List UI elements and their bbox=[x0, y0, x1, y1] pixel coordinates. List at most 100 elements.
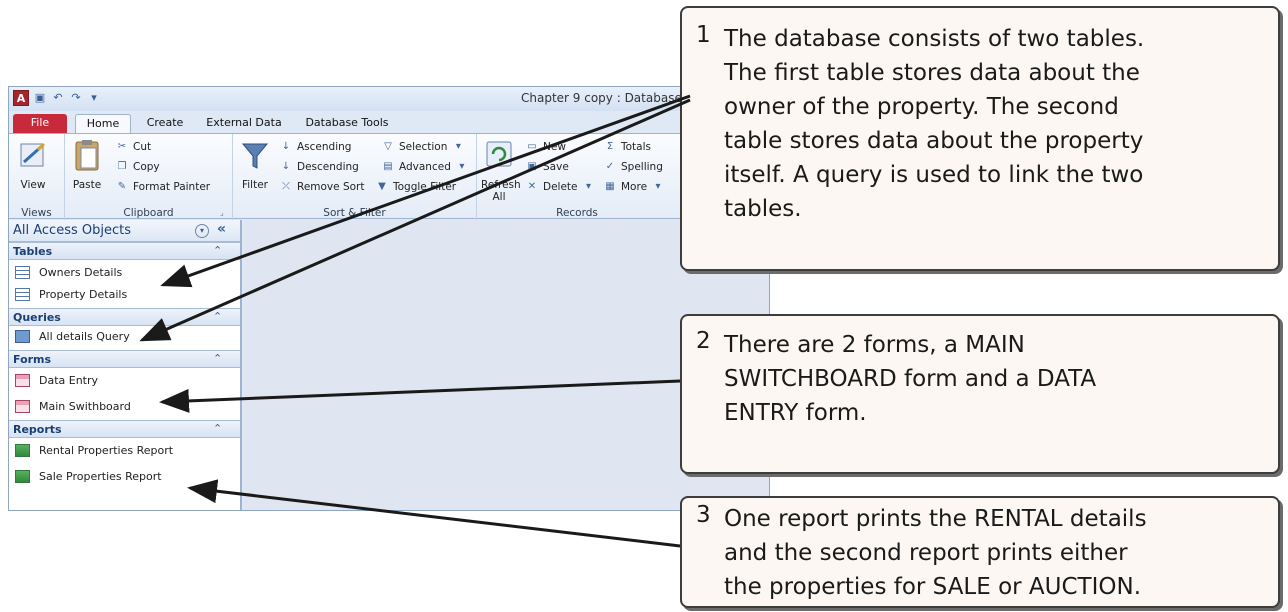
ascending-button[interactable]: ↓ Ascending bbox=[279, 138, 352, 156]
section-collapse-icon: ⌃ bbox=[213, 352, 223, 365]
nav-item-label: Main Swithboard bbox=[39, 400, 131, 413]
descending-button[interactable]: ↓ Descending bbox=[279, 158, 359, 176]
format-painter-label: Format Painter bbox=[133, 181, 211, 193]
nav-pane-header[interactable]: All Access Objects ▾ « bbox=[9, 220, 240, 242]
nav-section-queries[interactable]: Queries ⌃ bbox=[9, 308, 240, 326]
scissors-icon: ✂ bbox=[117, 141, 127, 152]
nav-item-label: Owners Details bbox=[39, 266, 123, 279]
callout-3: 3 One report prints the RENTAL details a… bbox=[680, 496, 1280, 608]
copy-button[interactable]: ❐ Copy bbox=[115, 158, 160, 176]
nav-item-main-swithboard[interactable]: Main Swithboard bbox=[9, 396, 240, 418]
nav-item-sale-properties-report[interactable]: Sale Properties Report bbox=[9, 466, 240, 488]
nav-item-label: Property Details bbox=[39, 288, 128, 301]
delete-record-button[interactable]: ✕ Delete ▾ bbox=[525, 178, 596, 196]
delete-icon: ✕ bbox=[527, 181, 537, 192]
form-icon bbox=[15, 374, 30, 387]
new-label: New bbox=[543, 141, 566, 153]
save-record-button[interactable]: ▣ Save bbox=[525, 158, 569, 176]
ribbon-tabs: File Home Create External Data Database … bbox=[9, 111, 769, 133]
view-button[interactable]: View bbox=[15, 138, 51, 191]
customize-qat-icon[interactable]: ▾ bbox=[87, 91, 101, 105]
quick-access-toolbar: A ▣ ↶ ↷ ▾ bbox=[13, 90, 101, 106]
advanced-dropdown-icon: ▾ bbox=[459, 161, 465, 172]
access-window: A ▣ ↶ ↷ ▾ Chapter 9 copy : Database ( Fi… bbox=[8, 86, 770, 511]
nav-item-owners-details[interactable]: Owners Details bbox=[9, 262, 240, 284]
selection-filter-icon: ▽ bbox=[384, 141, 392, 152]
filter-label: Filter bbox=[241, 179, 268, 191]
cut-label: Cut bbox=[133, 141, 152, 153]
callout-line: itself. A query is used to link the two bbox=[724, 162, 1144, 188]
nav-item-all-details-query[interactable]: All details Query bbox=[9, 326, 240, 348]
callout-line: table stores data about the property bbox=[724, 128, 1144, 154]
tab-file[interactable]: File bbox=[13, 114, 67, 133]
copy-label: Copy bbox=[133, 161, 160, 173]
callout-line: and the second report prints either bbox=[724, 540, 1128, 566]
nav-section-label: Forms bbox=[13, 353, 52, 366]
remove-sort-button[interactable]: ⤫ Remove Sort bbox=[279, 178, 364, 196]
sort-filter-group-label: Sort & Filter bbox=[323, 207, 386, 219]
new-record-button[interactable]: ▭ New bbox=[525, 138, 566, 156]
more-dropdown-icon: ▾ bbox=[655, 181, 661, 192]
brush-icon: ✎ bbox=[117, 181, 127, 192]
selection-label: Selection bbox=[399, 141, 448, 153]
callout-number: 2 bbox=[696, 328, 711, 354]
table-icon bbox=[15, 266, 30, 279]
funnel-icon bbox=[241, 143, 269, 169]
group-sort-filter: Filter ↓ Ascending ↓ Descending ⤫ Remove… bbox=[233, 134, 477, 220]
report-icon bbox=[15, 444, 30, 457]
callout-line: owner of the property. The second bbox=[724, 94, 1119, 120]
shutter-bar-collapse-icon[interactable]: « bbox=[217, 221, 226, 237]
tab-database-tools[interactable]: Database Tools bbox=[297, 114, 397, 133]
nav-item-data-entry[interactable]: Data Entry bbox=[9, 370, 240, 392]
totals-button[interactable]: Σ Totals bbox=[603, 138, 651, 156]
report-icon bbox=[15, 470, 30, 483]
callout-number: 3 bbox=[696, 502, 711, 528]
refresh-sub-label: All bbox=[492, 191, 506, 203]
callout-text: One report prints the RENTAL details and… bbox=[724, 502, 1147, 604]
nav-item-rental-properties-report[interactable]: Rental Properties Report bbox=[9, 440, 240, 462]
cut-button[interactable]: ✂ Cut bbox=[115, 138, 151, 156]
undo-icon[interactable]: ↶ bbox=[51, 91, 65, 105]
section-collapse-icon: ⌃ bbox=[213, 310, 223, 323]
refresh-all-button[interactable]: Refresh All bbox=[481, 138, 521, 203]
save-icon[interactable]: ▣ bbox=[33, 91, 47, 105]
access-app-icon[interactable]: A bbox=[13, 90, 29, 106]
nav-section-tables[interactable]: Tables ⌃ bbox=[9, 242, 240, 260]
window-title: Chapter 9 copy : Database ( bbox=[521, 91, 691, 105]
spelling-button[interactable]: ✓ Spelling bbox=[603, 158, 663, 176]
clipboard-dialog-launcher-icon[interactable]: ⌟ bbox=[220, 209, 228, 217]
page: A ▣ ↶ ↷ ▾ Chapter 9 copy : Database ( Fi… bbox=[0, 0, 1288, 612]
advanced-button[interactable]: ▤ Advanced ▾ bbox=[381, 158, 469, 176]
redo-icon[interactable]: ↷ bbox=[69, 91, 83, 105]
tab-home[interactable]: Home bbox=[75, 114, 131, 133]
clipboard-group-label: Clipboard bbox=[123, 207, 174, 219]
selection-dropdown-icon: ▾ bbox=[455, 141, 461, 152]
toggle-filter-button[interactable]: ▼ Toggle Filter bbox=[375, 178, 456, 196]
nav-section-label: Queries bbox=[13, 311, 61, 324]
paste-icon bbox=[75, 140, 99, 171]
view-label: View bbox=[20, 179, 46, 191]
selection-button[interactable]: ▽ Selection ▾ bbox=[381, 138, 465, 156]
sigma-icon: Σ bbox=[606, 141, 614, 152]
nav-section-forms[interactable]: Forms ⌃ bbox=[9, 350, 240, 368]
callout-line: ENTRY form. bbox=[724, 400, 867, 426]
nav-pane-menu-icon[interactable]: ▾ bbox=[195, 224, 209, 238]
more-button[interactable]: ▦ More ▾ bbox=[603, 178, 665, 196]
nav-item-label: All details Query bbox=[39, 330, 130, 343]
nav-pane-title: All Access Objects bbox=[13, 223, 131, 238]
sort-ascending-icon: ↓ bbox=[281, 141, 291, 152]
nav-item-property-details[interactable]: Property Details bbox=[9, 284, 240, 306]
callout-2: 2 There are 2 forms, a MAIN SWITCHBOARD … bbox=[680, 314, 1280, 474]
tab-external-data[interactable]: External Data bbox=[199, 114, 289, 133]
callout-number: 1 bbox=[696, 22, 711, 48]
ribbon: View Views Paste ✂ Cut ❐ Copy ✎ Format P… bbox=[9, 133, 769, 220]
callout-text: There are 2 forms, a MAIN SWITCHBOARD fo… bbox=[724, 328, 1096, 430]
filter-button[interactable]: Filter bbox=[237, 138, 273, 191]
nav-section-reports[interactable]: Reports ⌃ bbox=[9, 420, 240, 438]
paste-button[interactable]: Paste bbox=[69, 138, 105, 191]
spelling-icon: ✓ bbox=[605, 161, 615, 172]
tab-create[interactable]: Create bbox=[135, 114, 195, 133]
format-painter-button[interactable]: ✎ Format Painter bbox=[115, 178, 210, 196]
spelling-label: Spelling bbox=[621, 161, 663, 173]
nav-item-label: Sale Properties Report bbox=[39, 470, 162, 483]
